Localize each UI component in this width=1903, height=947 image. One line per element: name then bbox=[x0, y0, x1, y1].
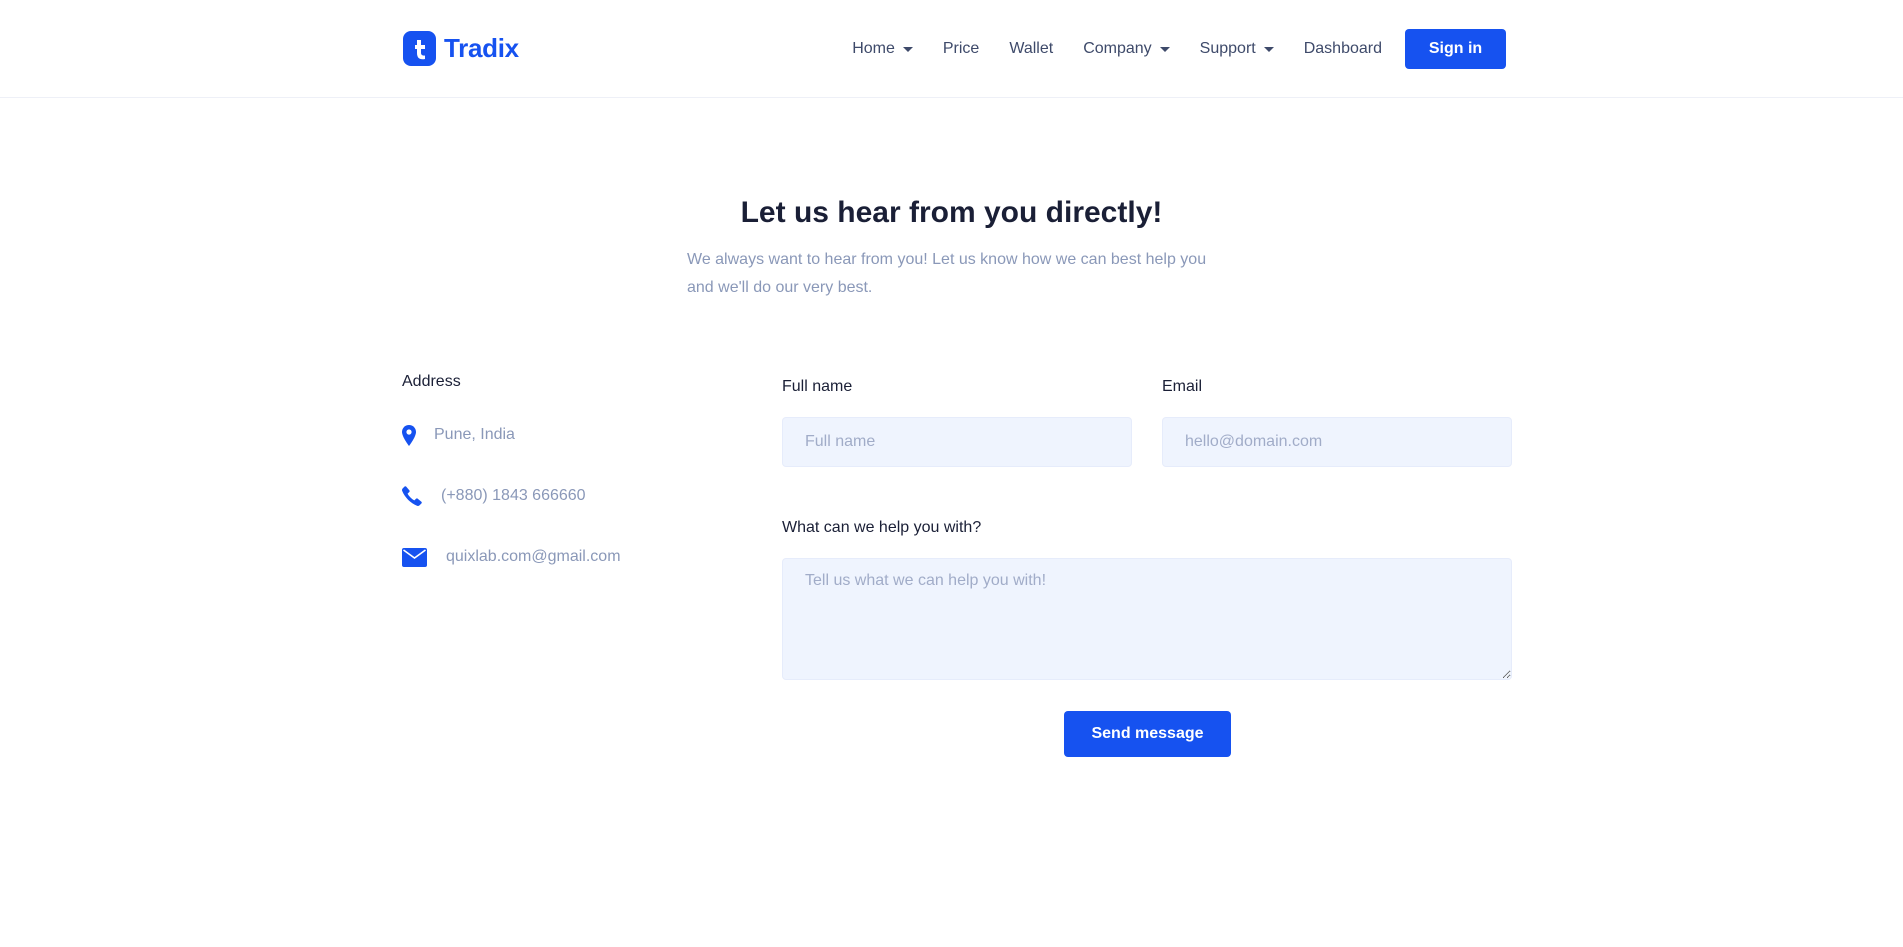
contact-phone: (+880) 1843 666660 bbox=[402, 482, 732, 510]
nav-item-label: Dashboard bbox=[1303, 40, 1382, 57]
logo-mark-icon bbox=[403, 31, 436, 66]
email-label: Email bbox=[1162, 378, 1203, 395]
nav-item-wallet[interactable]: Wallet bbox=[1009, 29, 1053, 69]
nav-item-label: Wallet bbox=[1009, 40, 1054, 57]
message-textarea[interactable] bbox=[782, 558, 1512, 680]
contact-info: Address Pune, India (+880) 1843 666660 q… bbox=[402, 373, 732, 604]
sign-in-button[interactable]: Sign in bbox=[1405, 29, 1506, 69]
site-header: Tradix Home Price Wallet Company Support… bbox=[0, 0, 1903, 98]
contact-email: quixlab.com@gmail.com bbox=[402, 543, 732, 571]
caret-down-icon bbox=[1159, 46, 1170, 52]
nav-item-label: Home bbox=[852, 40, 895, 57]
map-pin-icon bbox=[402, 424, 416, 446]
phone-text[interactable]: (+880) 1843 666660 bbox=[441, 487, 586, 505]
message-label: What can we help you with? bbox=[782, 519, 982, 536]
nav-item-home[interactable]: Home bbox=[852, 29, 913, 69]
page-subtitle: We always want to hear from you! Let us … bbox=[687, 251, 1207, 296]
nav-item-label: Company bbox=[1083, 40, 1152, 57]
contact-address: Pune, India bbox=[402, 421, 732, 449]
full-name-label: Full name bbox=[782, 378, 853, 395]
brand-name: Tradix bbox=[444, 33, 519, 63]
main-nav: Home Price Wallet Company Support Dashbo… bbox=[852, 29, 1506, 69]
page-title: Let us hear from you directly! bbox=[740, 196, 1163, 229]
logo[interactable]: Tradix bbox=[403, 31, 519, 66]
address-text: Pune, India bbox=[434, 426, 515, 443]
phone-icon bbox=[402, 486, 422, 506]
nav-item-price[interactable]: Price bbox=[943, 29, 979, 69]
email-text[interactable]: quixlab.com@gmail.com bbox=[446, 548, 621, 566]
nav-item-label: Support bbox=[1199, 40, 1256, 57]
envelope-icon bbox=[402, 547, 427, 567]
caret-down-icon bbox=[902, 46, 913, 52]
caret-down-icon bbox=[1263, 46, 1274, 52]
send-message-button[interactable]: Send message bbox=[1064, 711, 1231, 757]
nav-item-label: Price bbox=[942, 40, 980, 57]
contact-heading: Address bbox=[402, 373, 461, 390]
nav-item-dashboard[interactable]: Dashboard bbox=[1304, 29, 1382, 69]
nav-item-support[interactable]: Support bbox=[1200, 29, 1274, 69]
nav-item-company[interactable]: Company bbox=[1083, 29, 1170, 69]
email-input[interactable] bbox=[1162, 417, 1512, 467]
full-name-input[interactable] bbox=[782, 417, 1132, 467]
